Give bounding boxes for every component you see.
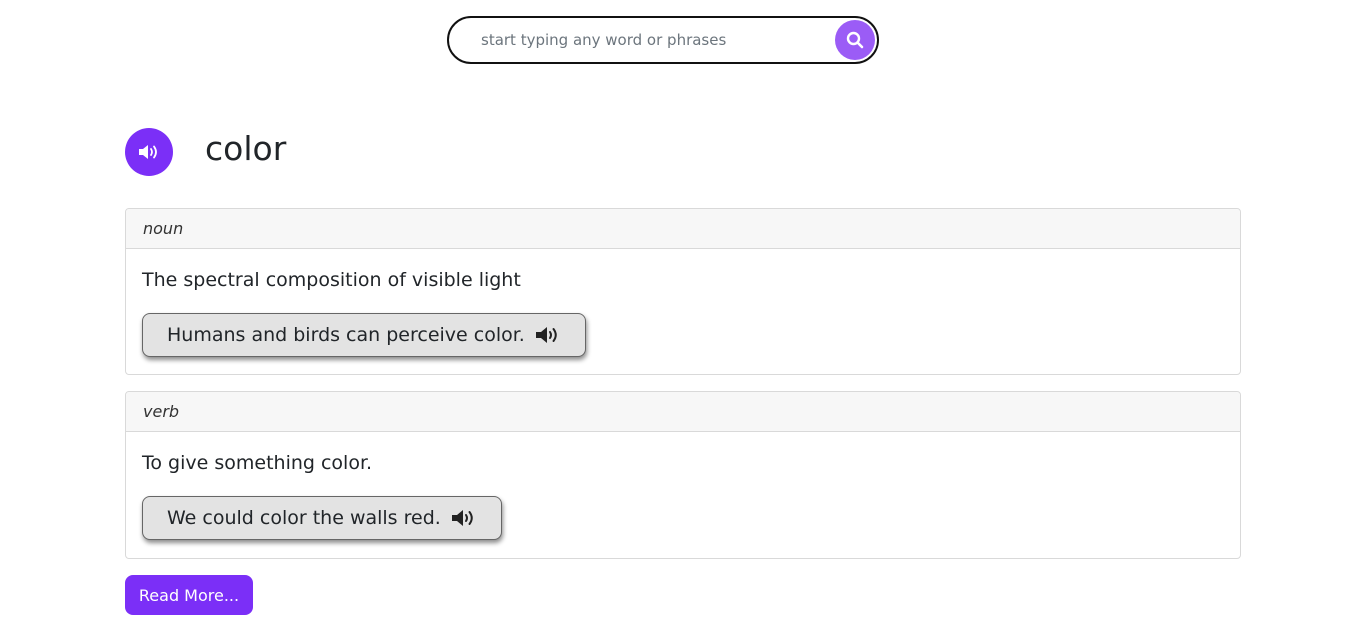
example-sentence-button[interactable]: Humans and birds can perceive color.	[142, 313, 586, 357]
read-more-button[interactable]: Read More...	[125, 575, 253, 615]
definition-text: To give something color.	[142, 452, 373, 474]
definition-text: The spectral composition of visible ligh…	[142, 269, 521, 291]
meaning-card-noun: noun The spectral composition of visible…	[125, 208, 1241, 375]
speaker-icon	[535, 325, 561, 345]
speaker-icon	[138, 143, 160, 161]
pronounce-word-button[interactable]	[125, 128, 173, 176]
meaning-card-verb: verb To give something color. We could c…	[125, 391, 1241, 559]
speaker-icon	[451, 508, 477, 528]
search-bar	[447, 16, 879, 64]
word-title: color	[205, 129, 287, 168]
search-button[interactable]	[835, 20, 875, 60]
example-text: We could color the walls red.	[167, 507, 441, 529]
card-body: The spectral composition of visible ligh…	[126, 249, 1240, 357]
example-text: Humans and birds can perceive color.	[167, 324, 525, 346]
card-body: To give something color. We could color …	[126, 432, 1240, 540]
part-of-speech: verb	[126, 392, 1240, 432]
example-sentence-button[interactable]: We could color the walls red.	[142, 496, 502, 540]
part-of-speech: noun	[126, 209, 1240, 249]
search-input[interactable]	[471, 18, 851, 62]
search-icon	[846, 31, 864, 49]
